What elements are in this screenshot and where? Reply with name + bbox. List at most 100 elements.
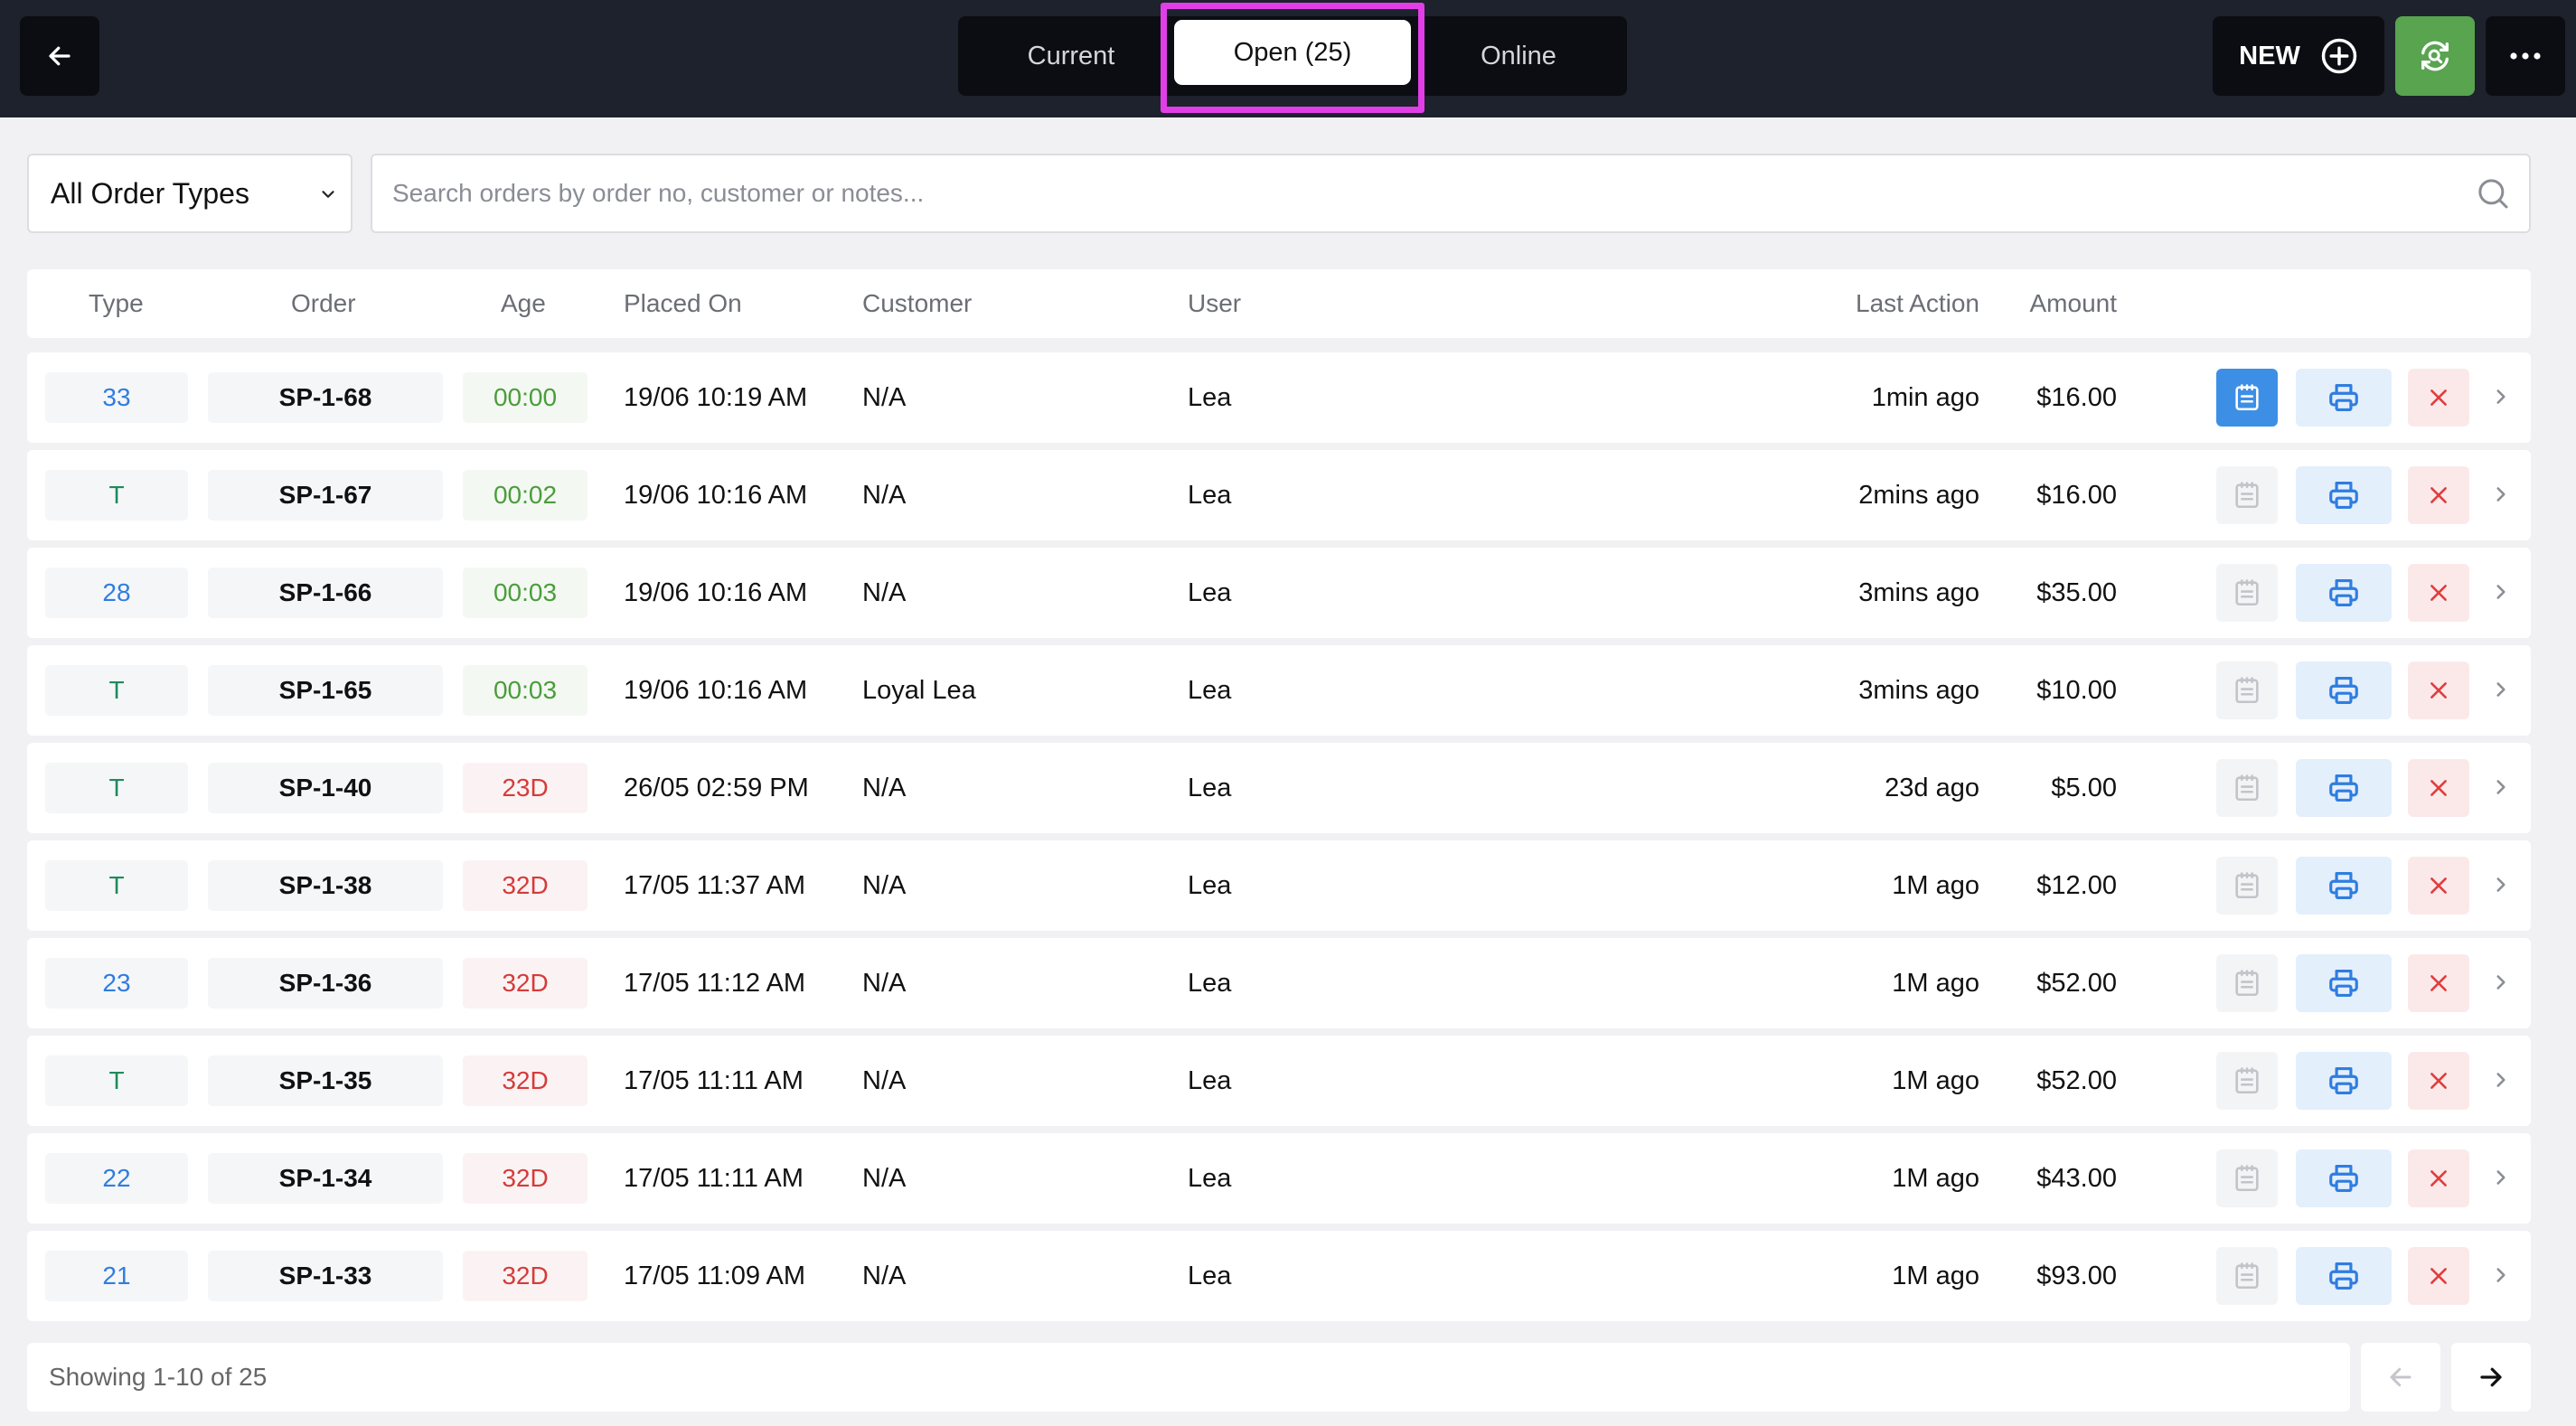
- order-number: SP-1-40: [208, 763, 443, 813]
- close-icon: [2430, 877, 2447, 894]
- sync-button[interactable]: [2395, 16, 2475, 96]
- chevron-right-icon[interactable]: [2489, 873, 2513, 896]
- print-button[interactable]: [2296, 661, 2392, 719]
- table-row[interactable]: 28 SP-1-66 00:03 19/06 10:16 AM N/A Lea 3mins …: [27, 548, 2531, 638]
- placed-on: 26/05 02:59 PM: [624, 774, 809, 802]
- user-name: Lea: [1188, 1164, 1232, 1193]
- chevron-right-icon[interactable]: [2489, 483, 2513, 506]
- order-age-badge: 32D: [463, 860, 588, 911]
- print-button[interactable]: [2296, 759, 2392, 817]
- print-button[interactable]: [2296, 1247, 2392, 1305]
- order-type-badge: T: [45, 763, 188, 813]
- tab-current[interactable]: Current: [958, 16, 1184, 96]
- pagination-info: Showing 1-10 of 25: [27, 1343, 2350, 1412]
- more-options-button[interactable]: [2486, 16, 2565, 96]
- user-name: Lea: [1188, 871, 1232, 900]
- plus-circle-icon: [2321, 38, 2357, 74]
- cancel-order-button[interactable]: [2408, 466, 2469, 524]
- order-number: SP-1-38: [208, 860, 443, 911]
- arrow-right-icon: [2480, 1367, 2502, 1387]
- cancel-order-button[interactable]: [2408, 661, 2469, 719]
- cancel-order-button[interactable]: [2408, 954, 2469, 1012]
- order-age-badge: 00:03: [463, 568, 588, 618]
- order-type-badge: 28: [45, 568, 188, 618]
- table-row[interactable]: 33 SP-1-68 00:00 19/06 10:19 AM N/A Lea 1min a…: [27, 352, 2531, 443]
- user-name: Lea: [1188, 383, 1232, 412]
- column-placed-on: Placed On: [624, 289, 742, 317]
- search-icon[interactable]: [2475, 175, 2511, 211]
- user-name: Lea: [1188, 1066, 1232, 1095]
- order-number: SP-1-35: [208, 1055, 443, 1106]
- cancel-order-button[interactable]: [2408, 1149, 2469, 1207]
- chevron-down-icon: [322, 191, 334, 198]
- cancel-order-button[interactable]: [2408, 857, 2469, 915]
- search-box: [371, 154, 2531, 233]
- chevron-right-icon[interactable]: [2489, 678, 2513, 701]
- chevron-right-icon[interactable]: [2489, 1263, 2513, 1287]
- prev-page-button[interactable]: [2361, 1343, 2440, 1412]
- search-input[interactable]: [392, 172, 2435, 215]
- back-button[interactable]: [20, 16, 99, 96]
- order-number: SP-1-66: [208, 568, 443, 618]
- cancel-order-button[interactable]: [2408, 1052, 2469, 1110]
- table-row[interactable]: 23 SP-1-36 32D 17/05 11:12 AM N/A Lea 1M ago $5…: [27, 938, 2531, 1028]
- notes-button[interactable]: [2216, 661, 2278, 719]
- close-icon: [2430, 1268, 2447, 1284]
- chevron-right-icon[interactable]: [2489, 971, 2513, 994]
- notes-button[interactable]: [2216, 1247, 2278, 1305]
- notes-button[interactable]: [2216, 466, 2278, 524]
- cancel-order-button[interactable]: [2408, 369, 2469, 427]
- order-age-badge: 00:02: [463, 470, 588, 521]
- notes-button[interactable]: [2216, 1052, 2278, 1110]
- close-icon: [2430, 389, 2447, 406]
- table-row[interactable]: T SP-1-38 32D 17/05 11:37 AM N/A Lea 1M ago $12…: [27, 840, 2531, 931]
- table-row[interactable]: T SP-1-65 00:03 19/06 10:16 AM Loyal Lea Lea 3…: [27, 645, 2531, 736]
- order-age-badge: 32D: [463, 958, 588, 1009]
- order-type-select[interactable]: All Order Types: [27, 154, 353, 233]
- table-row[interactable]: T SP-1-35 32D 17/05 11:11 AM N/A Lea 1M ago $52…: [27, 1036, 2531, 1126]
- order-type-badge: T: [45, 665, 188, 716]
- cancel-order-button[interactable]: [2408, 759, 2469, 817]
- placed-on: 17/05 11:12 AM: [624, 969, 806, 998]
- cancel-order-button[interactable]: [2408, 1247, 2469, 1305]
- chevron-right-icon[interactable]: [2489, 385, 2513, 408]
- notes-button[interactable]: [2216, 369, 2278, 427]
- print-button[interactable]: [2296, 369, 2392, 427]
- print-button[interactable]: [2296, 1052, 2392, 1110]
- chevron-right-icon[interactable]: [2489, 1166, 2513, 1189]
- next-page-button[interactable]: [2451, 1343, 2531, 1412]
- chevron-right-icon[interactable]: [2489, 1068, 2513, 1092]
- customer-name: N/A: [862, 969, 907, 998]
- customer-name: N/A: [862, 1262, 907, 1290]
- order-number: SP-1-34: [208, 1153, 443, 1204]
- notes-button[interactable]: [2216, 564, 2278, 622]
- print-button[interactable]: [2296, 564, 2392, 622]
- notepad-icon: [2235, 1067, 2259, 1094]
- placed-on: 17/05 11:11 AM: [624, 1164, 804, 1193]
- new-order-button[interactable]: NEW: [2213, 16, 2384, 96]
- print-button[interactable]: [2296, 1149, 2392, 1207]
- notepad-icon: [2235, 774, 2259, 802]
- notes-button[interactable]: [2216, 759, 2278, 817]
- notes-button[interactable]: [2216, 954, 2278, 1012]
- printer-icon: [2329, 1066, 2358, 1095]
- print-button[interactable]: [2296, 466, 2392, 524]
- notes-button[interactable]: [2216, 857, 2278, 915]
- table-row[interactable]: T SP-1-67 00:02 19/06 10:16 AM N/A Lea 2mins a…: [27, 450, 2531, 540]
- print-button[interactable]: [2296, 857, 2392, 915]
- last-action: 1M ago: [1892, 1164, 1979, 1193]
- table-row[interactable]: 21 SP-1-33 32D 17/05 11:09 AM N/A Lea 1M ago $9…: [27, 1231, 2531, 1321]
- print-button[interactable]: [2296, 954, 2392, 1012]
- chevron-right-icon[interactable]: [2489, 775, 2513, 799]
- column-order: Order: [291, 289, 356, 317]
- chevron-right-icon[interactable]: [2489, 580, 2513, 604]
- cancel-order-button[interactable]: [2408, 564, 2469, 622]
- table-row[interactable]: T SP-1-40 23D 26/05 02:59 PM N/A Lea 23d ago $5…: [27, 743, 2531, 833]
- order-amount: $16.00: [2036, 383, 2117, 412]
- tab-open[interactable]: Open (25): [1174, 20, 1411, 85]
- table-row[interactable]: 22 SP-1-34 32D 17/05 11:11 AM N/A Lea 1M ago $4…: [27, 1133, 2531, 1224]
- order-amount: $35.00: [2036, 578, 2117, 607]
- notes-button[interactable]: [2216, 1149, 2278, 1207]
- tab-online[interactable]: Online: [1410, 16, 1627, 96]
- order-age-badge: 00:03: [463, 665, 588, 716]
